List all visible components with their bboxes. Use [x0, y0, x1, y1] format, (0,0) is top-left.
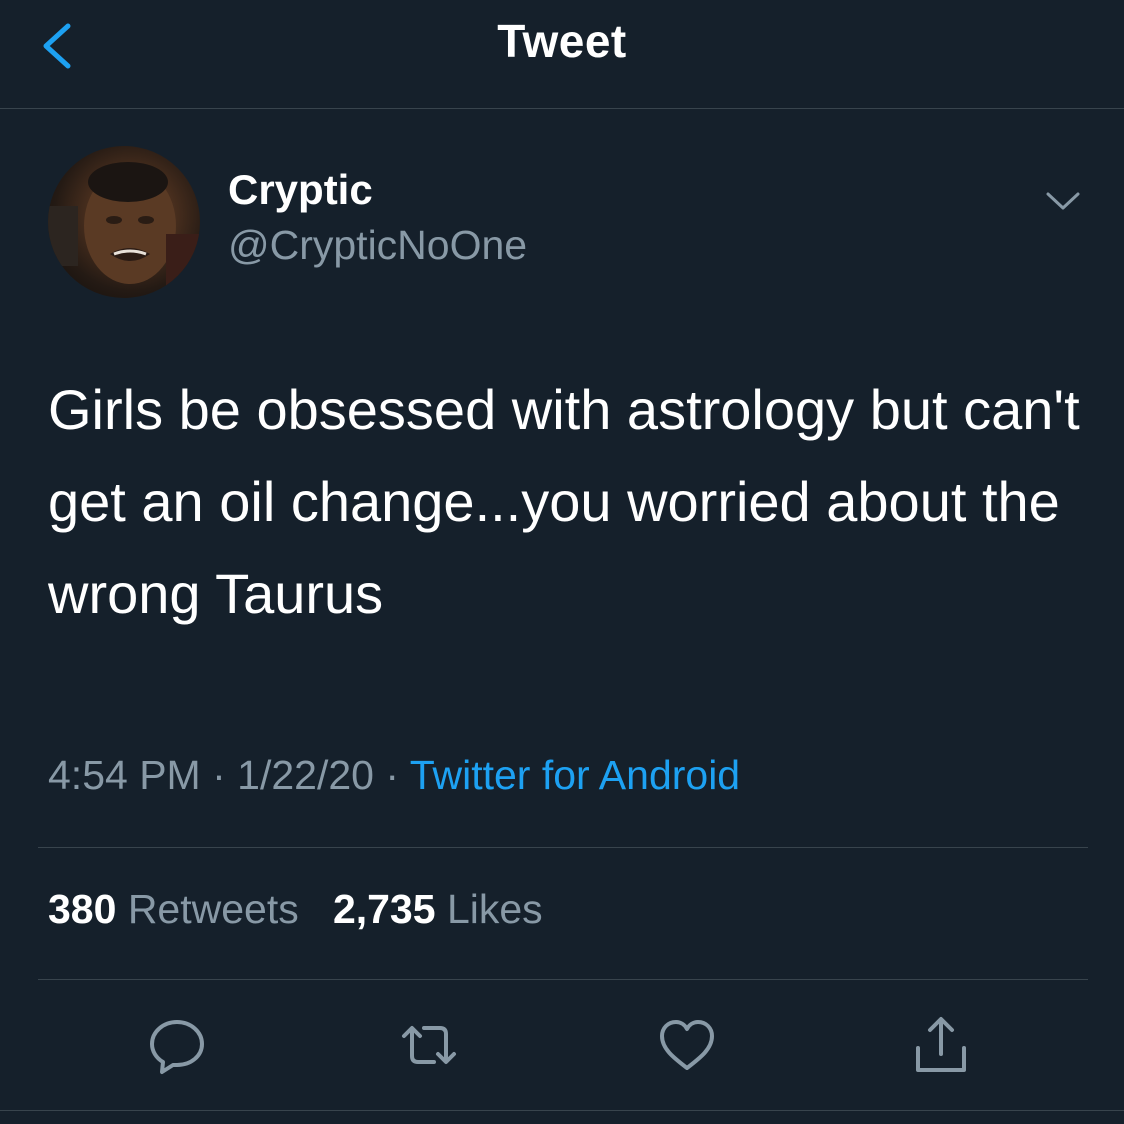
tweet-source-link[interactable]: Twitter for Android	[410, 752, 740, 798]
divider	[38, 979, 1088, 980]
like-icon[interactable]	[656, 1014, 718, 1076]
tweet-text: Girls be obsessed with astrology but can…	[48, 378, 1080, 625]
reply-icon[interactable]	[146, 1014, 208, 1076]
author-name[interactable]: Cryptic	[228, 166, 373, 214]
retweets-label: Retweets	[127, 886, 299, 932]
tweet-date: 1/22/20	[237, 752, 374, 798]
chevron-down-icon[interactable]	[1042, 184, 1084, 216]
retweet-icon[interactable]	[398, 1014, 460, 1076]
avatar[interactable]	[48, 146, 200, 298]
avatar-image	[48, 162, 200, 298]
meta-separator: ·	[212, 752, 226, 798]
retweets-count: 380	[48, 886, 117, 932]
likes-label: Likes	[446, 886, 543, 932]
tweet-meta: 4:54 PM · 1/22/20 · Twitter for Android	[48, 752, 740, 799]
meta-separator: ·	[385, 752, 400, 798]
page-title: Tweet	[497, 15, 627, 67]
author-handle[interactable]: @CrypticNoOne	[228, 222, 527, 269]
tweet-time: 4:54 PM	[48, 752, 201, 798]
likes-count: 2,735	[332, 886, 436, 932]
likes-stat[interactable]: 2,735 Likes	[333, 886, 543, 932]
tweet-stats: 380 Retweets 2,735 Likes	[48, 886, 543, 933]
divider	[0, 1110, 1124, 1111]
divider	[38, 847, 1088, 848]
retweets-stat[interactable]: 380 Retweets	[48, 886, 299, 932]
share-icon[interactable]	[910, 1014, 972, 1076]
top-bar: Tweet	[0, 0, 1124, 109]
